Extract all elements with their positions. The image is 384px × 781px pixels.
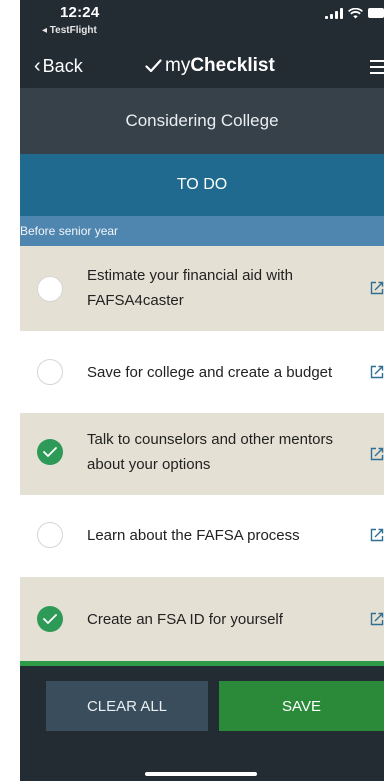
checkbox-unchecked[interactable] [37, 522, 63, 548]
app-screen: 12:24 ◂ TestFlight ‹ Back myChecklist Co… [0, 0, 384, 781]
hamburger-menu-icon[interactable] [370, 60, 384, 74]
wifi-icon [348, 7, 363, 19]
return-to-testflight-link[interactable]: ◂ TestFlight [42, 25, 97, 36]
status-icons [325, 6, 384, 20]
brand-name: myChecklist [165, 55, 275, 77]
checkbox-checked[interactable] [37, 439, 63, 465]
task-label: Create an FSA ID for yourself [87, 611, 283, 628]
task-row[interactable]: Save for college and create a budget [20, 331, 384, 413]
checkbox-unchecked[interactable] [37, 359, 63, 385]
task-row[interactable]: Talk to counselors and other mentors abo… [20, 413, 384, 495]
checkbox-unchecked[interactable] [37, 276, 63, 302]
section-title: Considering College [20, 88, 384, 154]
back-label: Back [42, 56, 83, 76]
status-time: 12:24 [60, 4, 100, 21]
task-label: Estimate your financial aid with FAFSA4c… [87, 267, 293, 309]
nav-bar: ‹ Back myChecklist [20, 46, 384, 88]
external-link-icon[interactable] [370, 365, 384, 379]
save-button[interactable]: SAVE [219, 681, 384, 731]
chevron-left-icon: ‹ [34, 54, 41, 77]
left-edge-margin [0, 0, 20, 781]
clear-all-button[interactable]: CLEAR ALL [46, 681, 208, 731]
external-link-icon[interactable] [370, 281, 384, 295]
group-header-label: Before senior year [20, 224, 119, 238]
task-label: Save for college and create a budget [87, 364, 333, 381]
status-bar: 12:24 ◂ TestFlight [20, 0, 384, 46]
home-indicator[interactable] [145, 772, 257, 776]
task-label: Learn about the FAFSA process [87, 527, 300, 544]
task-label: Talk to counselors and other mentors abo… [87, 431, 333, 473]
brand-bold: Checklist [190, 55, 275, 76]
brand-prefix: my [165, 55, 191, 76]
task-row[interactable]: Create an FSA ID for yourself [20, 577, 384, 661]
external-link-icon[interactable] [370, 447, 384, 461]
task-row[interactable]: Estimate your financial aid with FAFSA4c… [20, 246, 384, 331]
back-button[interactable]: ‹ Back [34, 56, 83, 77]
checkbox-checked[interactable] [37, 606, 63, 632]
app-logo: myChecklist [145, 55, 275, 77]
tab-todo[interactable]: TO DO [20, 154, 384, 216]
external-link-icon[interactable] [370, 528, 384, 542]
checkmark-icon [145, 59, 162, 73]
cellular-signal-icon [325, 7, 343, 19]
group-header: Before senior year [20, 216, 384, 246]
battery-icon [368, 8, 384, 18]
bottom-action-bar: CLEAR ALL SAVE [20, 666, 384, 781]
task-row[interactable]: Learn about the FAFSA process [20, 495, 384, 577]
external-link-icon[interactable] [370, 612, 384, 626]
